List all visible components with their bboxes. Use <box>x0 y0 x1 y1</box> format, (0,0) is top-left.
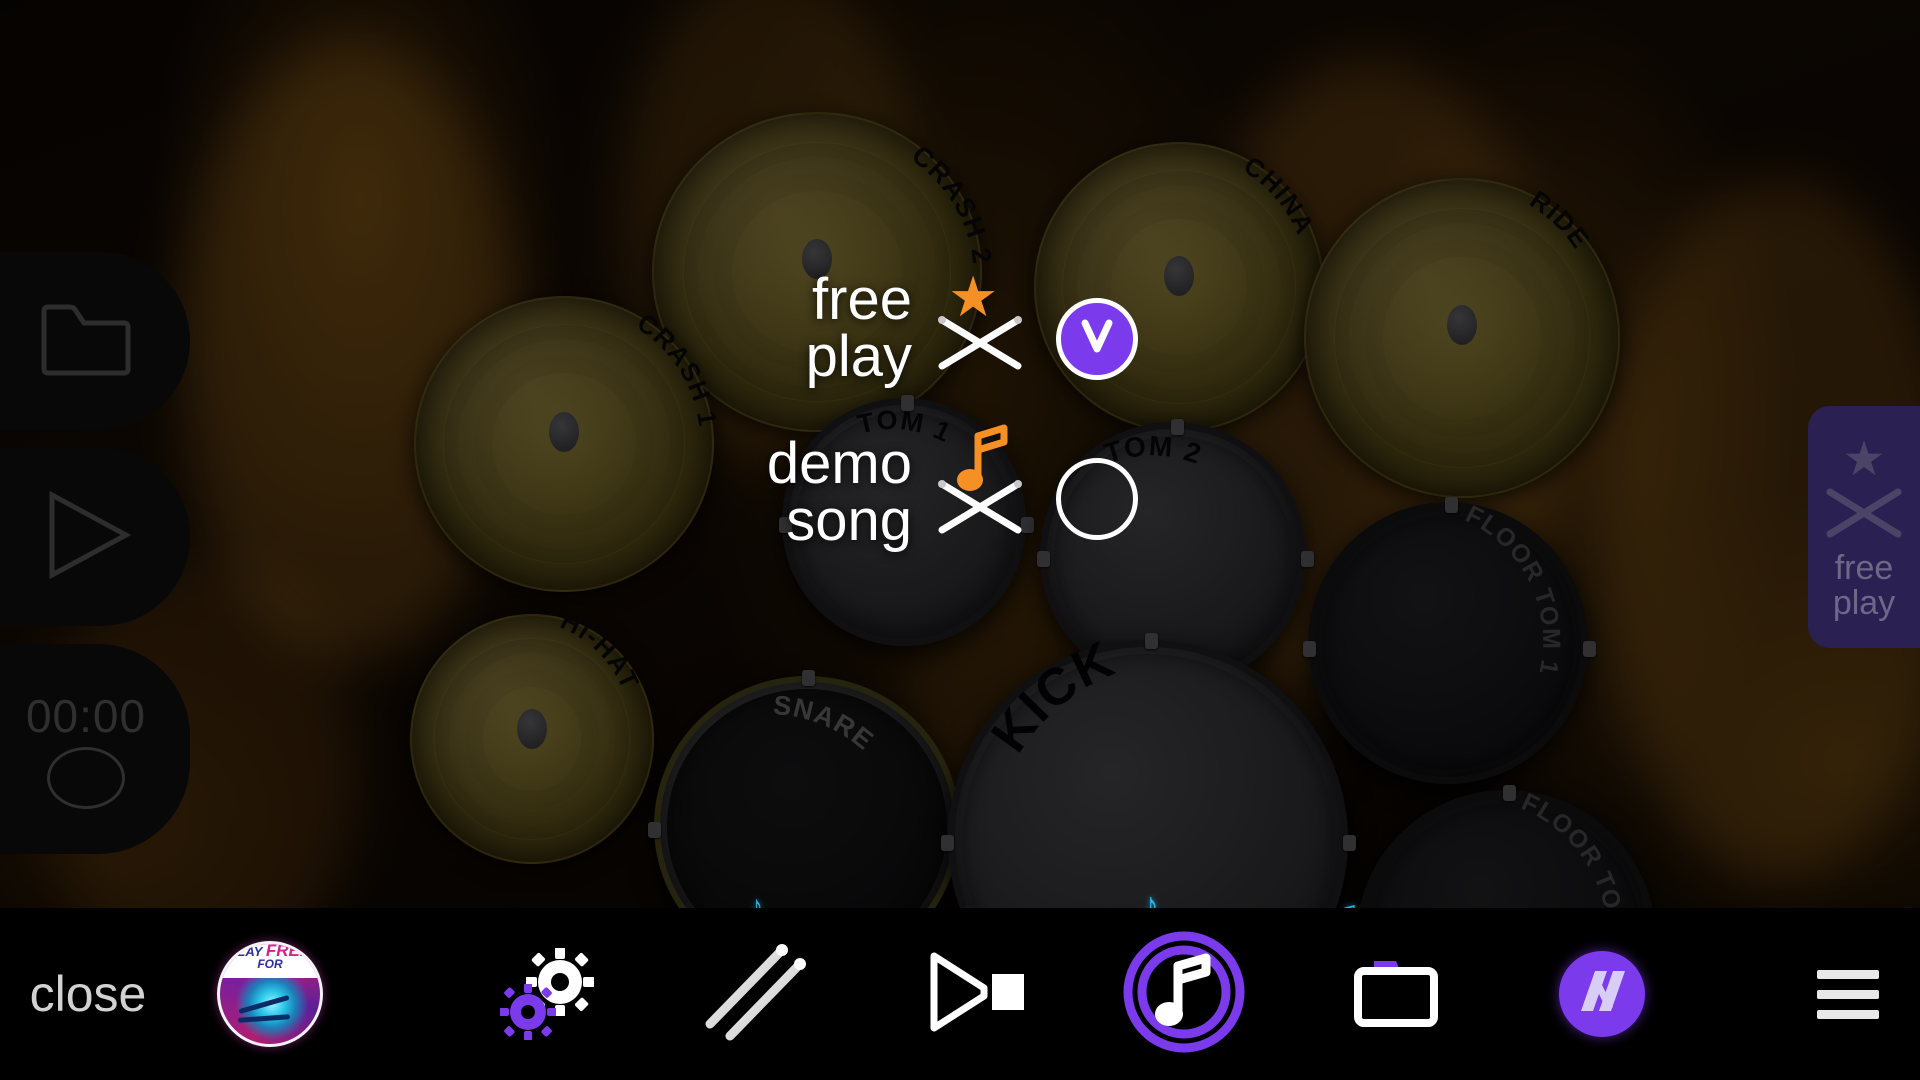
radio-demo-song-unselected[interactable] <box>1056 458 1138 540</box>
free-play-line1: free <box>812 267 912 332</box>
settings-button[interactable] <box>484 908 616 1080</box>
folder-icon <box>38 301 134 382</box>
gear-icon <box>499 983 557 1045</box>
mode-menu: free play ★ demo song <box>712 265 1252 553</box>
timer-value: 00:00 <box>25 690 147 742</box>
drumsticks-button[interactable] <box>682 908 822 1080</box>
radio-free-play-selected[interactable] <box>1056 298 1138 380</box>
metronome-button[interactable] <box>904 908 1044 1080</box>
star-icon: ★ <box>1842 432 1886 486</box>
left-controls: 00:00 <box>0 252 190 872</box>
free-play-tab-line2: play <box>1832 583 1896 622</box>
play-button[interactable] <box>0 448 190 626</box>
free-play-side-tab[interactable]: ★ free play <box>1808 406 1920 648</box>
record-circle-icon <box>47 747 125 809</box>
play-icon <box>38 489 134 586</box>
mode-radio-group <box>1056 298 1138 540</box>
record-timer-button[interactable]: 00:00 <box>0 644 190 854</box>
check-icon <box>1075 317 1119 362</box>
close-button[interactable]: close <box>0 908 176 1080</box>
open-folder-button[interactable] <box>0 252 190 430</box>
menu-button[interactable] <box>1776 908 1920 1080</box>
drumsticks-icon <box>692 940 812 1049</box>
menu-option-free-play[interactable]: free play ★ <box>712 265 1252 389</box>
demo-song-line1: demo <box>766 431 912 496</box>
app-root: CRASH 2 CRASH 1 CHINA <box>0 0 1920 1080</box>
close-label: close <box>29 966 147 1022</box>
crossed-drumsticks-icon <box>1822 484 1906 547</box>
crossed-drumsticks-icon <box>934 476 1026 543</box>
folder-icon <box>1350 955 1442 1034</box>
speaker-icon <box>922 948 1026 1041</box>
recordings-button[interactable] <box>1330 908 1462 1080</box>
bottom-toolbar: close PLAY FREE FOR <box>0 908 1920 1080</box>
crossed-drumsticks-icon <box>934 312 1026 379</box>
free-play-line2: play <box>805 324 912 389</box>
free-play-tab-line1: free <box>1834 548 1894 587</box>
more-apps-button[interactable] <box>1536 908 1668 1080</box>
play-for-free-ad-badge[interactable]: PLAY FREE FOR <box>212 908 328 1080</box>
menu-option-demo-song[interactable]: demo song <box>712 424 1252 553</box>
hamburger-menu-icon <box>1817 959 1879 1030</box>
demo-song-line2: song <box>786 488 912 553</box>
music-note-circle-icon <box>1122 930 1246 1059</box>
songs-button[interactable] <box>1108 908 1260 1080</box>
